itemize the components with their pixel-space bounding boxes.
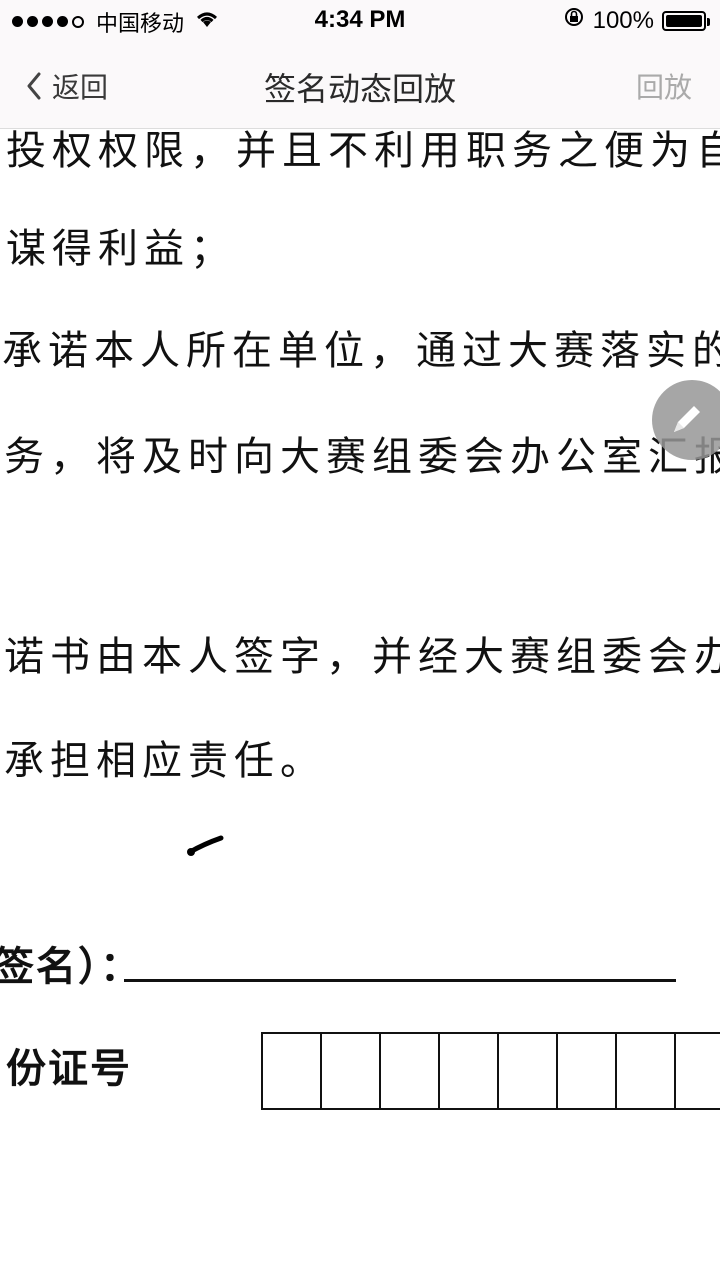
pencil-icon (674, 406, 700, 432)
signature-stroke (187, 835, 224, 856)
document-line: 承担相应责任。 (4, 738, 326, 784)
id-cell (617, 1032, 676, 1110)
document-line: 投权权限，并且不利用职务之便为自 (6, 128, 720, 174)
status-bar: 中国移动 4:34 PM 100% (0, 0, 720, 40)
id-cell (676, 1032, 720, 1110)
id-cell (322, 1032, 381, 1110)
status-right: 100% (563, 6, 710, 35)
document-line: 务，将及时向大赛组委会办公室汇报 (4, 434, 720, 480)
id-cell (263, 1032, 322, 1110)
document-line: 承诺本人所在单位，通过大赛落实的 (2, 328, 720, 374)
rotation-lock-icon (563, 6, 585, 35)
replay-button[interactable]: 回放 (636, 66, 692, 106)
id-cell (558, 1032, 617, 1110)
battery-icon (662, 10, 710, 31)
document-line: 诺书由本人签字，并经大赛组委会办 (4, 634, 720, 680)
signature-line (124, 979, 676, 982)
id-number-grid (261, 1032, 720, 1110)
id-cell (499, 1032, 558, 1110)
id-number-label: 份证号 (6, 1046, 132, 1092)
signature-label: 签名）： (0, 944, 142, 990)
id-cell (381, 1032, 440, 1110)
document-view: 投权权限，并且不利用职务之便为自 谋得利益； 承诺本人所在单位，通过大赛落实的 … (0, 128, 720, 1280)
navigation-bar: 返回 签名动态回放 回放 (0, 40, 720, 129)
document-line: 谋得利益； (6, 226, 236, 272)
id-cell (440, 1032, 499, 1110)
page-title: 签名动态回放 (263, 70, 456, 108)
battery-percent: 100% (592, 6, 654, 34)
